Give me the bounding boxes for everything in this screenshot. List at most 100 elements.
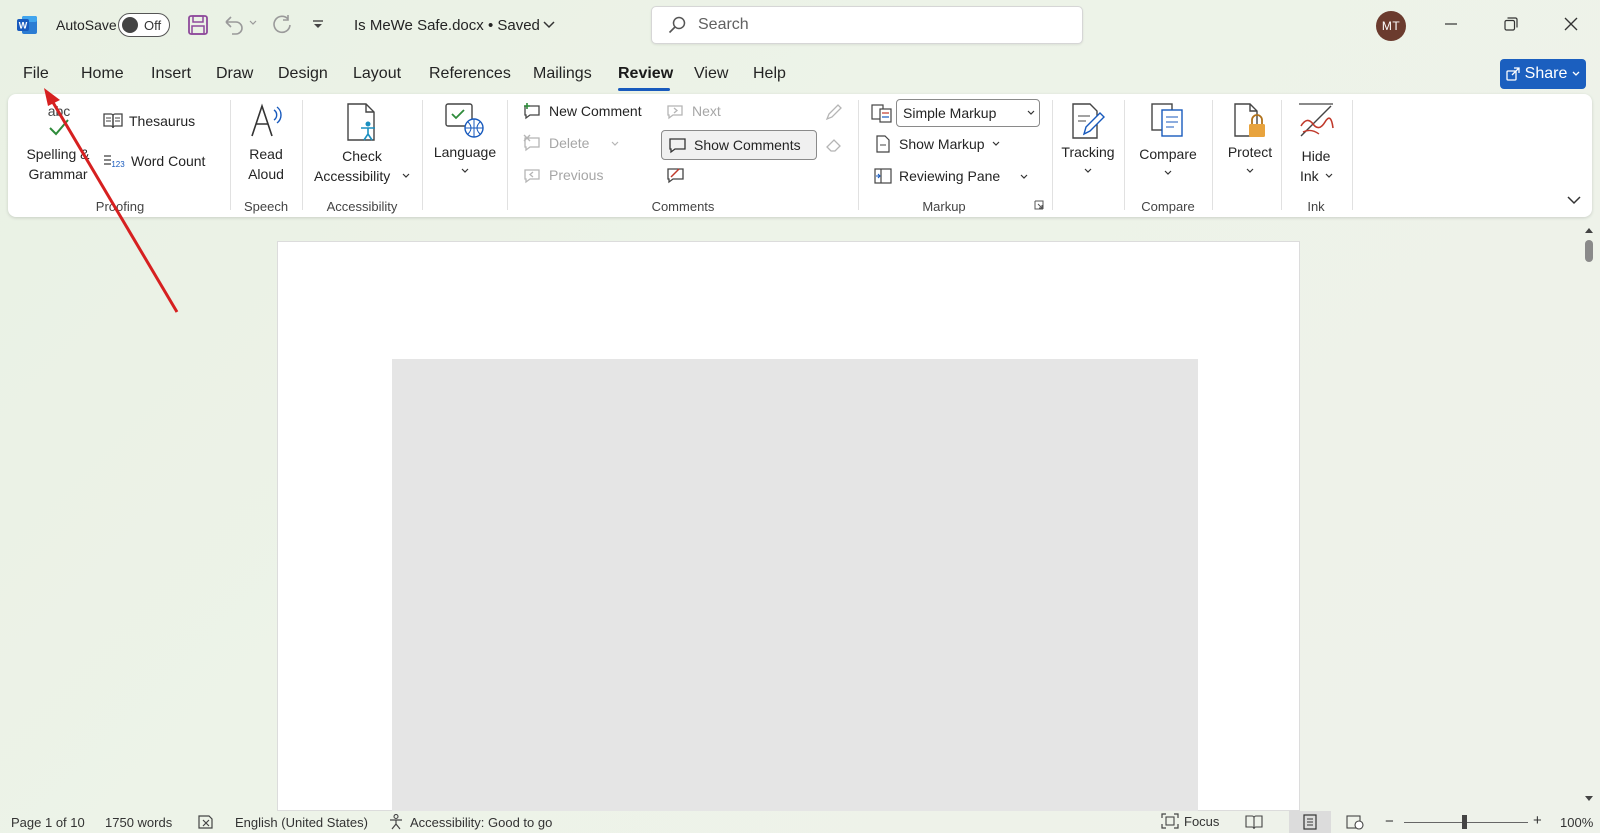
ink-comment-icon[interactable]: [666, 166, 686, 184]
document-title[interactable]: Is MeWe Safe.docx • Saved: [354, 17, 540, 34]
undo-icon[interactable]: [222, 14, 246, 36]
compare-chevron-down-icon: [1164, 170, 1172, 176]
read-aloud-label-line2: Aloud: [248, 166, 284, 182]
reviewing-pane-chevron-down-icon[interactable]: [1020, 174, 1028, 180]
read-mode-icon[interactable]: [1245, 814, 1263, 830]
scroll-up-icon[interactable]: [1584, 226, 1594, 234]
status-accessibility[interactable]: Accessibility: Good to go: [388, 814, 552, 830]
close-icon[interactable]: [1564, 17, 1578, 31]
restore-icon[interactable]: [1504, 17, 1518, 31]
autosave-state: Off: [144, 17, 162, 33]
tab-layout[interactable]: Layout: [353, 65, 401, 83]
proofing-status-icon[interactable]: [197, 814, 215, 830]
share-icon: [1505, 67, 1520, 81]
reviewing-pane-button[interactable]: Reviewing Pane: [874, 167, 1000, 185]
reviewing-pane-label: Reviewing Pane: [899, 168, 1001, 184]
tab-file[interactable]: File: [23, 65, 49, 83]
language-icon: [444, 102, 486, 140]
document-image-placeholder[interactable]: [392, 359, 1198, 811]
tab-home[interactable]: Home: [81, 65, 124, 83]
tab-mailings[interactable]: Mailings: [533, 65, 592, 83]
delete-chevron-down-icon[interactable]: [611, 141, 619, 147]
search-input[interactable]: Search: [651, 6, 1083, 44]
tab-draw[interactable]: Draw: [216, 65, 253, 83]
web-layout-icon[interactable]: [1346, 814, 1364, 830]
show-comments-icon: [668, 136, 688, 154]
new-comment-button[interactable]: New Comment: [523, 102, 642, 120]
svg-text:W: W: [19, 21, 28, 31]
word-logo-icon: W: [16, 14, 38, 36]
previous-comment-icon: [523, 166, 543, 184]
status-language[interactable]: English (United States): [235, 815, 368, 830]
zoom-in-button[interactable]: +: [1533, 812, 1542, 829]
next-comment-label: Next: [692, 103, 721, 119]
tab-insert[interactable]: Insert: [151, 65, 191, 83]
focus-mode-button[interactable]: Focus: [1161, 813, 1219, 829]
markup-group-label: Markup: [922, 199, 966, 214]
ribbon-separator: [507, 100, 508, 210]
previous-comment-button[interactable]: Previous: [523, 166, 603, 184]
markup-display-value: Simple Markup: [903, 105, 997, 121]
hide-ink-chevron-down-icon: [1325, 173, 1333, 179]
compare-icon: [1150, 102, 1186, 140]
save-icon[interactable]: [187, 14, 209, 36]
toggle-knob: [122, 17, 138, 33]
ribbon-collapse-chevron-down-icon[interactable]: [1567, 196, 1581, 205]
protect-button[interactable]: Protect: [1218, 102, 1282, 182]
status-page-count[interactable]: Page 1 of 10: [11, 815, 85, 830]
read-aloud-button[interactable]: Read Aloud: [240, 102, 292, 186]
delete-comment-button[interactable]: Delete: [523, 134, 589, 152]
select-chevron-down-icon: [1027, 110, 1035, 116]
tracking-icon: [1070, 102, 1106, 140]
markup-display-select[interactable]: Simple Markup: [896, 99, 1040, 127]
language-button[interactable]: Language: [430, 102, 500, 182]
ink-group-label: Ink: [1307, 199, 1325, 214]
tracking-button[interactable]: Tracking: [1058, 102, 1118, 182]
print-layout-icon: [1302, 814, 1318, 830]
avatar[interactable]: MT: [1376, 11, 1406, 41]
show-comments-button[interactable]: Show Comments: [661, 130, 817, 160]
zoom-out-button[interactable]: −: [1385, 813, 1394, 830]
pen-icon[interactable]: [824, 102, 844, 122]
markup-dialog-launcher-icon[interactable]: [1034, 200, 1044, 210]
eraser-icon[interactable]: [824, 136, 844, 154]
hide-ink-label-line2: Ink: [1300, 168, 1319, 184]
autosave-toggle[interactable]: Off: [118, 13, 170, 37]
customize-toolbar-icon[interactable]: [312, 20, 324, 30]
zoom-percentage[interactable]: 100%: [1560, 815, 1593, 830]
check-accessibility-label-line2: Accessibility: [314, 168, 391, 184]
scroll-down-icon[interactable]: [1584, 795, 1594, 803]
vertical-scrollbar-thumb[interactable]: [1585, 240, 1593, 262]
display-for-review-icon: [871, 103, 893, 123]
focus-label: Focus: [1184, 813, 1220, 829]
tab-design[interactable]: Design: [278, 65, 328, 83]
check-accessibility-button[interactable]: Check Accessibility: [310, 102, 414, 188]
minimize-icon[interactable]: [1444, 17, 1458, 31]
status-word-count[interactable]: 1750 words: [105, 815, 172, 830]
tab-references[interactable]: References: [429, 65, 511, 83]
language-label: Language: [433, 144, 497, 160]
tab-view[interactable]: View: [694, 65, 728, 83]
next-comment-button[interactable]: Next: [666, 102, 721, 120]
show-markup-chevron-down-icon: [992, 141, 1000, 147]
zoom-slider-thumb[interactable]: [1462, 815, 1467, 829]
show-markup-button[interactable]: Show Markup: [874, 135, 1000, 153]
tracking-chevron-down-icon: [1084, 168, 1092, 174]
speech-group-label: Speech: [243, 199, 289, 214]
share-button[interactable]: Share: [1500, 59, 1586, 89]
undo-dropdown-icon[interactable]: [249, 20, 257, 26]
ribbon-separator: [1281, 100, 1282, 210]
tab-help[interactable]: Help: [753, 65, 786, 83]
share-chevron-down-icon: [1572, 71, 1580, 77]
hide-ink-button[interactable]: Hide Ink: [1288, 102, 1344, 186]
annotation-arrow: [40, 86, 180, 316]
tab-review[interactable]: Review: [618, 65, 673, 83]
print-layout-button[interactable]: [1289, 811, 1331, 833]
redo-icon[interactable]: [270, 13, 294, 37]
compare-button[interactable]: Compare: [1134, 102, 1202, 182]
title-bar: W AutoSave Off Is MeWe Safe.docx • Saved…: [0, 0, 1600, 50]
title-chevron-down-icon[interactable]: [543, 21, 555, 29]
next-comment-icon: [666, 102, 686, 120]
accessibility-icon: [388, 814, 406, 830]
ribbon-separator: [858, 100, 859, 210]
